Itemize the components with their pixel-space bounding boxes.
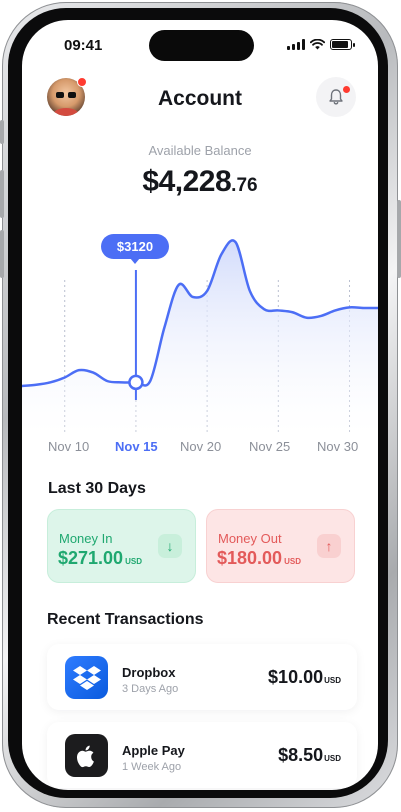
money-out-card[interactable]: Money Out $180.00 USD ↑ [206,509,355,583]
status-time: 09:41 [64,37,103,54]
transaction-name: Dropbox [122,665,176,680]
signal-icon [287,39,305,50]
transaction-currency: USD [324,676,341,685]
balance-label: Available Balance [148,143,252,158]
transactions-title: Recent Transactions [47,611,204,628]
dynamic-island [149,30,254,61]
money-out-label: Money Out [218,531,282,546]
balance-main: $4,228 [142,165,232,198]
transaction-currency: USD [324,754,341,763]
side-button [0,120,4,144]
x-tick-label: Nov 10 [48,439,90,454]
chart-marker-point[interactable] [128,374,144,391]
notification-button[interactable] [316,77,356,117]
chart-area [22,240,378,435]
status-icons [287,39,355,50]
notification-dot [343,86,350,93]
battery-icon [330,39,355,50]
dropbox-icon [65,656,108,699]
money-in-value: $271.00 [58,548,124,568]
balance-chart[interactable] [22,220,378,435]
transaction-row[interactable]: Apple Pay 1 Week Ago $8.50USD [47,722,357,788]
x-tick-label: Nov 20 [180,439,222,454]
side-button [0,170,4,218]
money-out-currency: USD [284,557,301,566]
money-out-amount: $180.00 USD [217,548,301,569]
side-button [397,200,401,278]
wifi-icon [310,39,325,50]
transaction-amount: $8.50USD [278,745,341,766]
avatar-status-dot [77,77,87,87]
money-in-amount: $271.00 USD [58,548,142,569]
money-in-card[interactable]: Money In $271.00 USD ↓ [47,509,196,583]
summary-title: Last 30 Days [48,480,146,497]
money-in-label: Money In [59,531,113,546]
chart-tooltip: $3120 [101,234,169,264]
money-out-value: $180.00 [217,548,283,568]
side-button [0,230,4,278]
x-tick-label: Nov 30 [317,439,359,454]
arrow-up-icon: ↑ [317,534,341,558]
transaction-value: $10.00 [268,667,324,687]
transaction-name: Apple Pay [122,743,185,758]
x-tick-label[interactable]: Nov 15 [115,439,158,454]
x-tick-label: Nov 25 [249,439,291,454]
money-in-currency: USD [125,557,142,566]
arrow-down-icon: ↓ [158,534,182,558]
balance-amount: $4,228.76 [22,165,378,199]
transaction-row[interactable]: Dropbox 3 Days Ago $10.00USD [47,644,357,710]
transaction-date: 3 Days Ago [122,683,179,695]
transaction-amount: $10.00USD [268,667,341,688]
app-screen: 09:41 Account Available Balance $4,228.7… [22,20,378,790]
transaction-date: 1 Week Ago [122,761,182,773]
apple-icon [65,734,108,777]
balance-cents: .76 [231,175,258,196]
transaction-value: $8.50 [278,745,324,765]
